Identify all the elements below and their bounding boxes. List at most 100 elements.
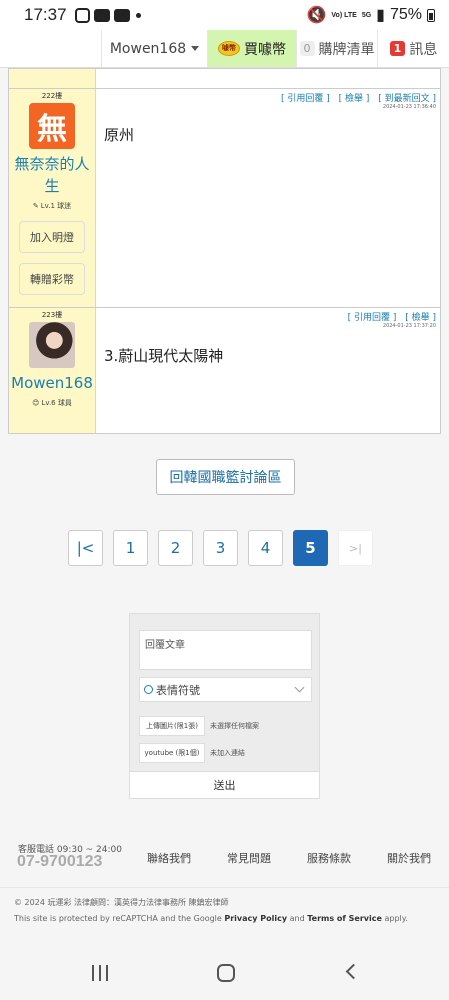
page-2-button[interactable]: 2 [158, 530, 193, 566]
post-username[interactable]: 無奈奈的人生 [9, 153, 95, 197]
cart-count-badge: 0 [299, 41, 315, 56]
chevron-down-icon [294, 682, 305, 693]
battery-percent: 75% [389, 6, 422, 23]
emoji-select[interactable]: 表情符號 [139, 677, 312, 702]
status-bar: 17:37 🔇 Vo) LTE 5G ▮ 75% [0, 0, 449, 30]
floor-number: 223樓 [41, 311, 63, 319]
battery-icon [427, 8, 435, 22]
about-link[interactable]: 關於我們 [387, 850, 431, 866]
user-menu[interactable]: Mowen168 [102, 30, 208, 67]
messages-button[interactable]: 1 訊息 [378, 30, 449, 67]
home-icon[interactable] [217, 964, 235, 982]
page-1-button[interactable]: 1 [113, 530, 148, 566]
post-text: 3.蔚山現代太陽神 [104, 347, 224, 365]
smile-badge-icon: 😊 [32, 399, 40, 407]
user-level-text: Lv.6 球員 [41, 399, 72, 407]
gift-coins-button[interactable]: 轉贈彩幣 [19, 263, 85, 295]
post-content: [ 引用回覆 ] [ 檢舉 ] [ 到最新回文 ] 2024-01-23 17:… [96, 89, 440, 307]
user-level: 😊 Lv.6 球員 [32, 398, 72, 408]
page-3-button[interactable]: 3 [203, 530, 238, 566]
avatar[interactable]: 無 [29, 103, 75, 149]
instagram-icon [74, 7, 90, 23]
network-label: 5G [361, 11, 372, 19]
terms-of-service-link[interactable]: Terms of Service [307, 914, 382, 923]
caret-down-icon [191, 46, 200, 51]
quote-reply-link[interactable]: [ 引用回覆 ] [348, 313, 397, 323]
post-timestamp: 2024-01-23 17:36:40 [382, 104, 436, 110]
upload-image-button[interactable]: 上傳圖片(限1張) [139, 716, 205, 736]
contact-link[interactable]: 聯絡我們 [147, 850, 191, 866]
recaptcha-text: This site is protected by reCAPTCHA and … [14, 914, 222, 923]
post-sidebar [9, 69, 96, 88]
youtube-icon-2 [113, 8, 130, 22]
faq-link[interactable]: 常見問題 [227, 850, 271, 866]
volte-label: Vo) LTE [331, 11, 357, 19]
user-level-text: Lv.1 球迷 [40, 202, 72, 210]
image-upload-row: 上傳圖片(限1張) 未選擇任何檔案 [139, 716, 259, 736]
user-level: ✎ Lv.1 球迷 [33, 201, 71, 211]
upload-image-status: 未選擇任何檔案 [210, 722, 259, 730]
messages-label: 訊息 [409, 41, 438, 58]
avatar[interactable] [29, 322, 75, 368]
quote-reply-link[interactable]: [ 引用回覆 ] [281, 94, 330, 104]
thread-posts: 222樓 無 無奈奈的人生 ✎ Lv.1 球迷 加入明燈 轉贈彩幣 [ 引用回覆… [8, 68, 441, 434]
back-icon[interactable] [345, 963, 362, 980]
post-timestamp: 2024-01-23 17:37:20 [382, 323, 436, 329]
page-5-button[interactable]: 5 [293, 530, 328, 566]
post-content [96, 69, 440, 88]
latest-reply-link[interactable]: [ 到最新回文 ] [378, 94, 436, 104]
cart-label: 購牌清單 [318, 41, 375, 58]
service-phone[interactable]: 07-9700123 [17, 853, 102, 871]
youtube-icon [93, 8, 110, 22]
post-actions: [ 引用回覆 ] [ 檢舉 ] [ 到最新回文 ] [275, 91, 436, 104]
footer: 客服電話 09:30 ~ 24:00 07-9700123 聯絡我們 常見問題 … [0, 830, 449, 888]
post-actions: [ 引用回覆 ] [ 檢舉 ] [342, 310, 436, 323]
cart-button[interactable]: 0 購牌清單 [296, 30, 378, 67]
system-nav-bar [0, 945, 449, 1000]
emoji-icon [144, 685, 153, 694]
system-status: 🔇 Vo) LTE 5G ▮ 75% [306, 5, 435, 25]
mute-icon: 🔇 [306, 7, 327, 24]
post-text: 原州 [104, 126, 135, 144]
add-youtube-button[interactable]: youtube (限1個) [139, 743, 205, 763]
reply-form: 回覆文章 表情符號 上傳圖片(限1張) 未選擇任何檔案 youtube (限1個… [129, 613, 320, 799]
add-favorite-button[interactable]: 加入明燈 [19, 221, 85, 253]
post-content: [ 引用回覆 ] [ 檢舉 ] 2024-01-23 17:37:20 3.蔚山… [96, 308, 440, 433]
recaptcha-notice: This site is protected by reCAPTCHA and … [14, 914, 408, 923]
pencil-icon: ✎ [32, 202, 39, 210]
reply-textarea[interactable]: 回覆文章 [139, 630, 312, 670]
terms-link[interactable]: 服務條款 [307, 850, 351, 866]
nav-spacer [0, 30, 102, 67]
previous-post-tail [9, 69, 440, 89]
buy-coins-label: 買噱幣 [244, 41, 286, 58]
coin-icon: 噱幣 [218, 41, 240, 56]
notification-icons [74, 7, 141, 23]
recaptcha-apply: apply. [384, 914, 408, 923]
more-notifications-icon [135, 12, 141, 18]
recaptcha-and: and [289, 914, 305, 923]
post-223: 223樓 Mowen168 😊 Lv.6 球員 [ 引用回覆 ] [ 檢舉 ] … [9, 308, 440, 433]
copyright: © 2024 玩運彩 法律顧問：漢英得力法律事務所 陳鎮宏律師 [14, 898, 229, 907]
buy-coins-button[interactable]: 噱幣 買噱幣 [208, 30, 296, 67]
page-4-button[interactable]: 4 [248, 530, 283, 566]
signal-icon: ▮ [376, 7, 385, 24]
floor-number: 222樓 [41, 92, 63, 100]
last-page-button: >| [338, 530, 373, 566]
top-nav: Mowen168 噱幣 買噱幣 0 購牌清單 1 訊息 [0, 30, 449, 68]
pagination: |< 1 2 3 4 5 >| [68, 530, 373, 566]
report-link[interactable]: [ 檢舉 ] [339, 94, 370, 104]
user-menu-name: Mowen168 [109, 40, 187, 57]
emoji-select-label: 表情符號 [156, 683, 200, 697]
privacy-policy-link[interactable]: Privacy Policy [224, 914, 287, 923]
report-link[interactable]: [ 檢舉 ] [405, 313, 436, 323]
post-sidebar: 223樓 Mowen168 😊 Lv.6 球員 [9, 308, 96, 433]
back-to-forum-button[interactable]: 回韓國職籃討論區 [156, 459, 295, 495]
submit-button[interactable]: 送出 [130, 771, 319, 798]
youtube-status: 未加入連結 [210, 749, 245, 757]
post-username[interactable]: Mowen168 [7, 372, 97, 394]
first-page-button[interactable]: |< [68, 530, 103, 566]
post-sidebar: 222樓 無 無奈奈的人生 ✎ Lv.1 球迷 加入明燈 轉贈彩幣 [9, 89, 96, 307]
post-222: 222樓 無 無奈奈的人生 ✎ Lv.1 球迷 加入明燈 轉贈彩幣 [ 引用回覆… [9, 89, 440, 308]
status-time: 17:37 [24, 5, 67, 24]
recent-apps-icon[interactable] [92, 965, 108, 981]
